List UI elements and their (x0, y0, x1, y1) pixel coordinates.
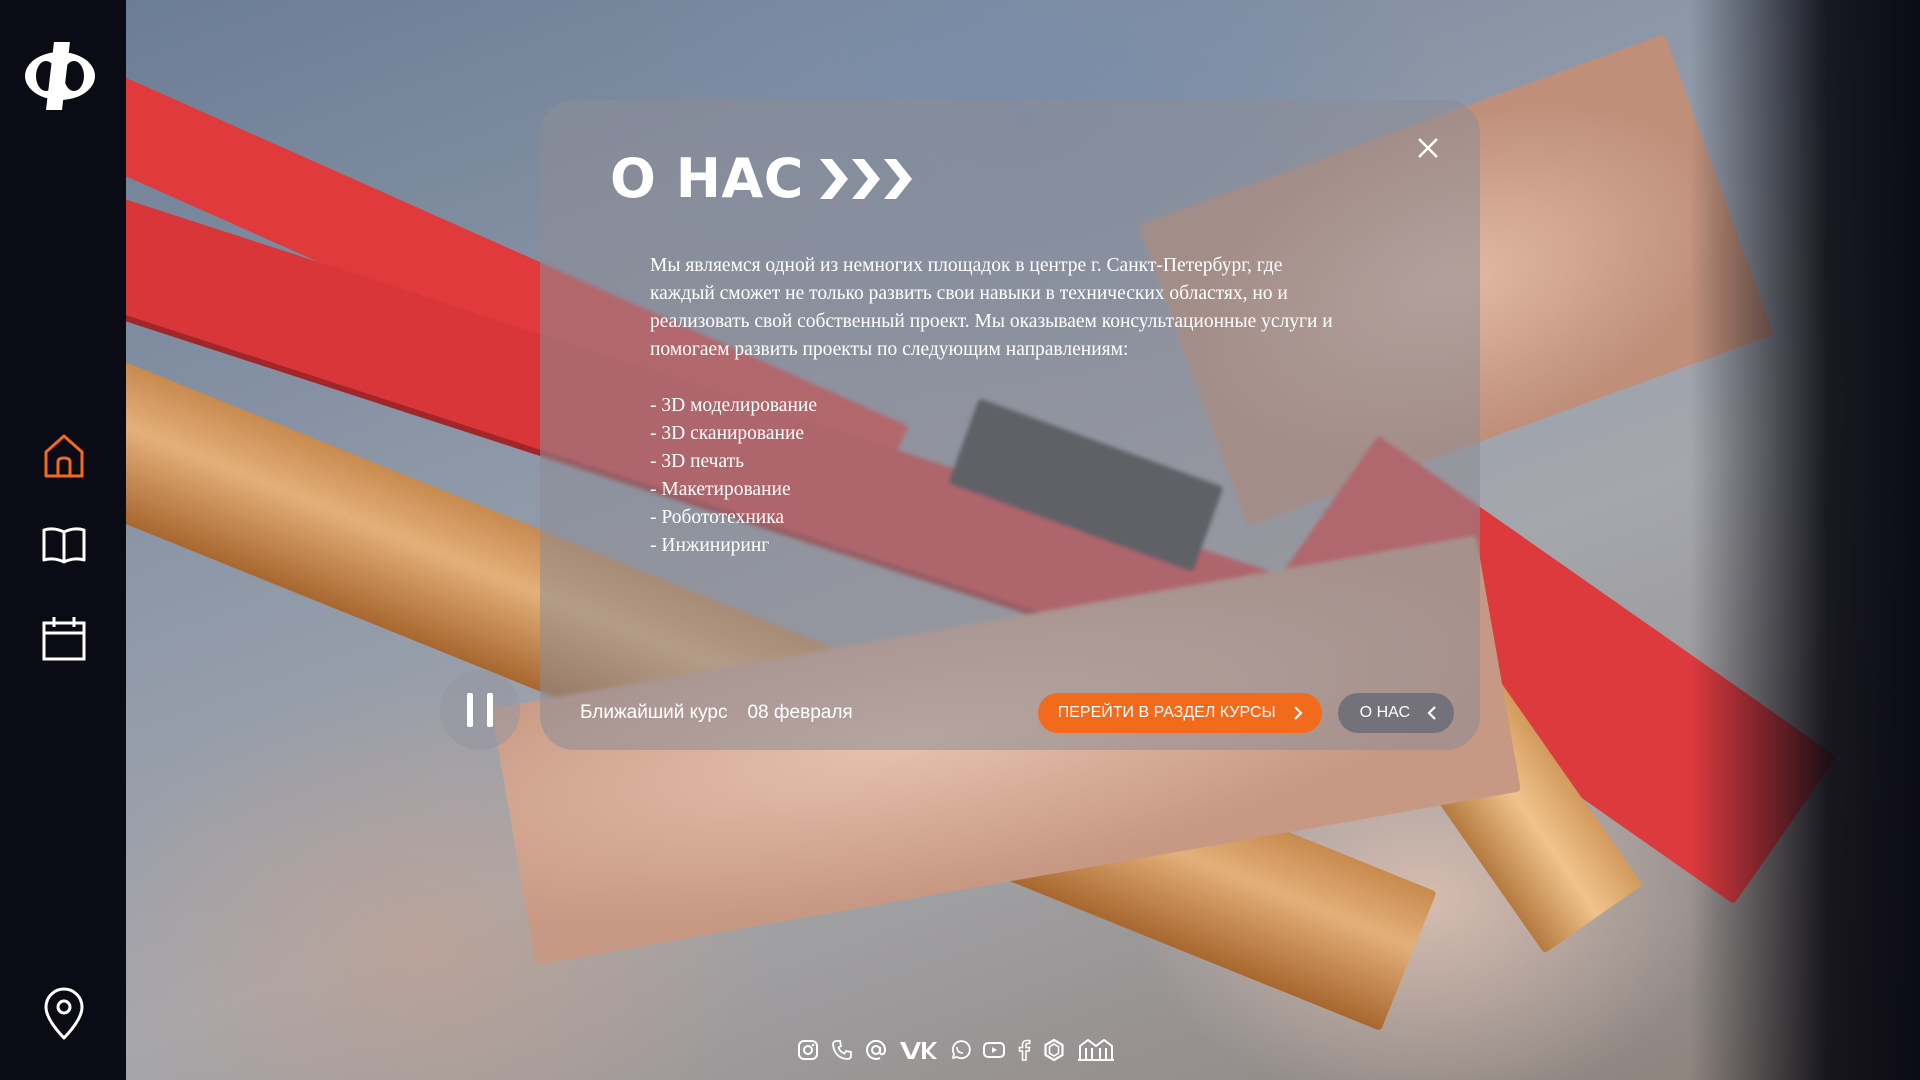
modal-title: О НАС (610, 147, 804, 210)
triple-chevron-right-icon (819, 159, 912, 199)
vignette-right (1690, 0, 1920, 1080)
about-modal: О НАС Мы являемся одной из немногих площ… (540, 100, 1480, 750)
logo-f-icon (25, 42, 95, 110)
pause-icon (487, 693, 493, 727)
modal-header: О НАС (610, 152, 918, 206)
next-course-label: Ближайший курс (580, 702, 728, 723)
facebook-icon (1018, 1039, 1031, 1061)
calendar-icon (42, 617, 86, 661)
modal-content: Мы являемся одной из немногих площадок в… (650, 252, 1340, 560)
museum-icon (1078, 1038, 1114, 1061)
next-course-date: 08 февраля (747, 702, 853, 723)
location-pin-icon (44, 987, 84, 1040)
directions-list: - 3D моделирование - 3D сканирование - 3… (650, 392, 1340, 560)
museum-link[interactable] (1076, 1038, 1116, 1062)
go-to-courses-button[interactable]: ПЕРЕЙТИ В РАЗДЕЛ КУРСЫ (1037, 693, 1322, 733)
pause-icon (467, 693, 473, 727)
chevron-left-icon (1427, 706, 1436, 720)
email-link[interactable] (864, 1038, 888, 1062)
go-to-courses-label: ПЕРЕЙТИ В РАЗДЕЛ КУРСЫ (1057, 704, 1276, 721)
list-item: - 3D сканирование (650, 423, 805, 444)
nav-location[interactable] (40, 987, 88, 1040)
list-item: - 3D печать (650, 451, 745, 472)
nav-home[interactable] (40, 432, 88, 480)
social-links (796, 1038, 1116, 1062)
facebook-link[interactable] (1016, 1038, 1032, 1062)
instagram-link[interactable] (796, 1038, 820, 1062)
logo[interactable] (18, 38, 102, 112)
list-item: - Инжиниринг (650, 535, 770, 556)
home-icon (44, 434, 84, 478)
email-icon (866, 1039, 887, 1060)
about-toggle-button[interactable]: О НАС (1337, 693, 1454, 733)
nav-courses[interactable] (40, 522, 88, 570)
modal-footer: Ближайший курс 08 февраля ПЕРЕЙТИ В РАЗД… (580, 692, 1454, 734)
close-button[interactable] (1414, 134, 1442, 162)
openai-icon (1044, 1038, 1064, 1062)
list-item: - Макетирование (650, 479, 791, 500)
pause-button[interactable] (440, 670, 520, 750)
about-text: Мы являемся одной из немногих площадок в… (650, 255, 1333, 360)
vk-icon (900, 1042, 937, 1059)
phone-icon (832, 1040, 852, 1060)
sidebar (0, 0, 126, 1080)
chevron-right-icon (1293, 706, 1303, 720)
phone-link[interactable] (830, 1038, 854, 1062)
whatsapp-link[interactable] (948, 1038, 972, 1062)
youtube-icon (983, 1042, 1005, 1058)
instagram-icon (798, 1040, 818, 1060)
about-toggle-label: О НАС (1359, 704, 1410, 721)
youtube-link[interactable] (982, 1038, 1006, 1062)
list-item: - 3D моделирование (650, 395, 817, 416)
book-icon (42, 527, 86, 564)
vk-link[interactable] (898, 1038, 938, 1062)
nav-calendar[interactable] (40, 615, 88, 663)
close-icon (1418, 138, 1438, 158)
openai-link[interactable] (1042, 1038, 1066, 1062)
list-item: - Робототехника (650, 507, 785, 528)
whatsapp-icon (951, 1040, 971, 1060)
